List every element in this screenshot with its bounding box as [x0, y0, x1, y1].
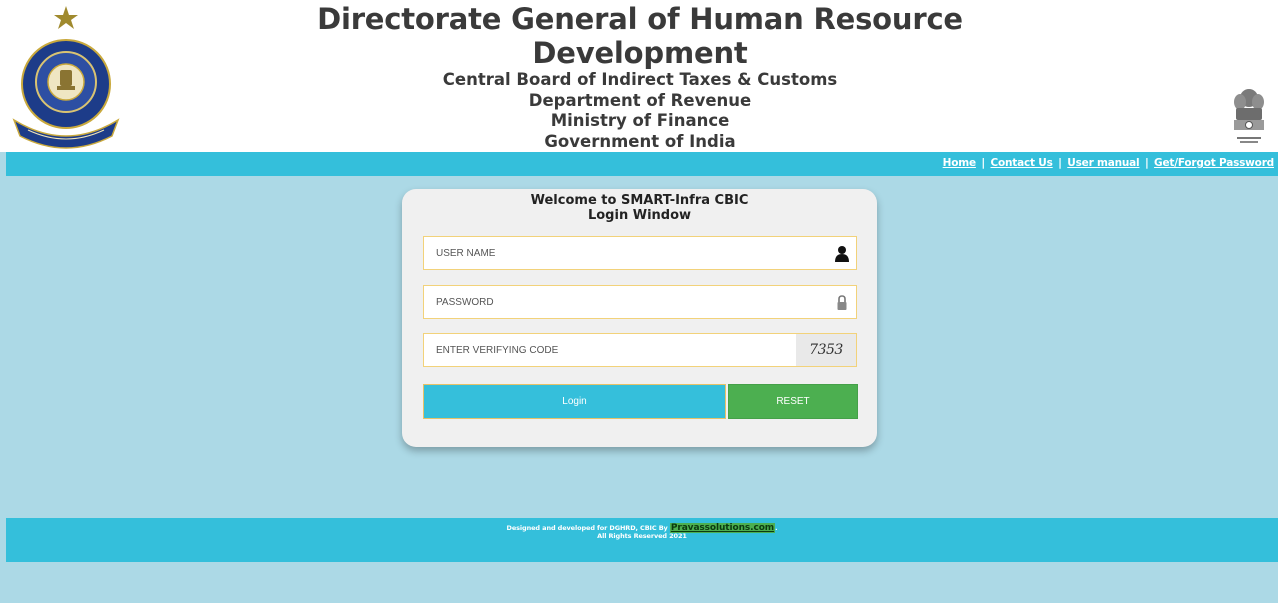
password-input[interactable]: [424, 286, 784, 318]
user-icon: [835, 246, 849, 262]
footer: Designed and developed for DGHRD, CBIC B…: [6, 518, 1278, 562]
login-title-welcome: Welcome to SMART-Infra CBIC: [530, 193, 749, 208]
login-card: Welcome to SMART-Infra CBIC Login Window…: [402, 189, 877, 447]
username-field-box: [423, 236, 857, 270]
org-line-department: Department of Revenue: [528, 90, 752, 110]
nav-separator: |: [1058, 157, 1062, 169]
nav-link-home[interactable]: Home: [943, 157, 976, 169]
reset-button[interactable]: RESET: [728, 384, 858, 419]
password-field-box: [423, 285, 857, 319]
captcha-code: 7353: [796, 334, 856, 366]
footer-period: .: [775, 524, 778, 532]
login-button[interactable]: Login: [423, 384, 726, 419]
page-title: Directorate General of Human Resource De…: [317, 2, 963, 70]
org-line-government: Government of India: [544, 131, 736, 151]
nav-link-contact-us[interactable]: Contact Us: [991, 157, 1053, 169]
verify-code-input[interactable]: [424, 334, 784, 366]
nav-link-user-manual[interactable]: User manual: [1067, 157, 1139, 169]
footer-rights: All Rights Reserved 2021: [597, 532, 687, 540]
nav-links: Home | Contact Us | User manual | Get/Fo…: [943, 157, 1275, 169]
org-line-board: Central Board of Indirect Taxes & Custom…: [442, 70, 838, 89]
verify-code-field-box: 7353: [423, 333, 857, 367]
nav-separator: |: [1144, 157, 1149, 169]
username-input[interactable]: [424, 237, 784, 269]
nav-link-get-forgot-password[interactable]: Get/Forgot Password: [1154, 157, 1274, 169]
title-block: Directorate General of Human Resource De…: [240, 2, 1040, 152]
login-title-window: Login Window: [587, 208, 692, 223]
footer-text: Designed and developed for DGHRD, CBIC B…: [6, 523, 1278, 540]
lock-icon: [837, 295, 847, 310]
cbic-emblem-icon: [12, 6, 120, 149]
org-line-ministry: Ministry of Finance: [550, 111, 730, 130]
navbar: Home | Contact Us | User manual | Get/Fo…: [6, 152, 1278, 176]
national-emblem-icon: [1234, 89, 1264, 143]
login-title: Welcome to SMART-Infra CBIC Login Window: [402, 193, 877, 223]
footer-credit: Designed and developed for DGHRD, CBIC B…: [506, 524, 668, 532]
header: Directorate General of Human Resource De…: [0, 0, 1278, 152]
nav-separator: |: [981, 157, 986, 169]
